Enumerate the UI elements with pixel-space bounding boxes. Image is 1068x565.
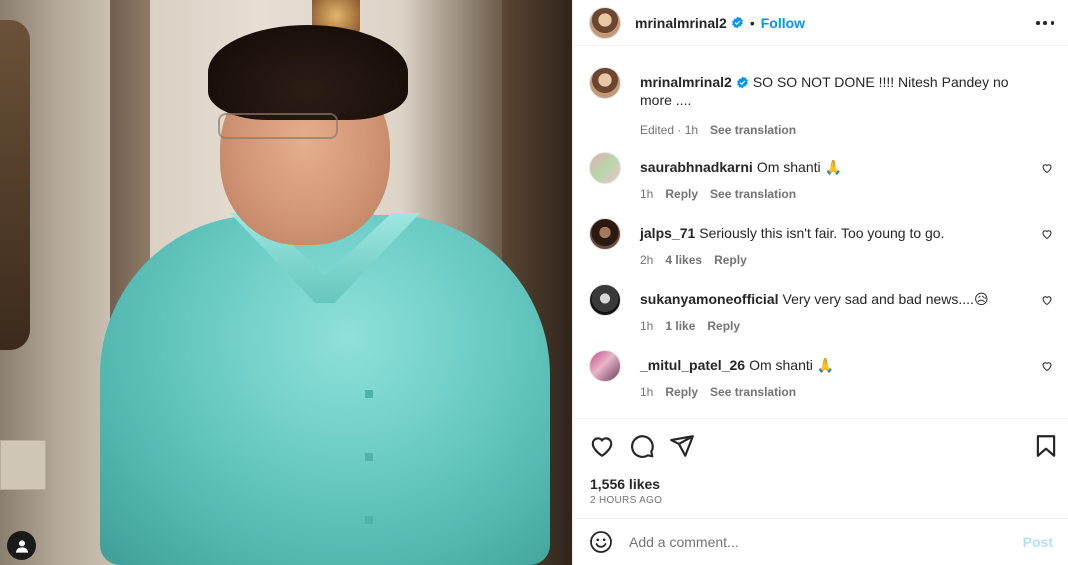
see-translation-button[interactable]: See translation (710, 185, 796, 203)
post-panel: mrinalmrinal2 • Follow mrinalmrinal2 SO S… (572, 0, 1068, 565)
post-image[interactable] (0, 0, 572, 565)
post-timestamp: 2 HOURS AGO (590, 495, 663, 506)
more-options-icon[interactable] (1036, 15, 1054, 31)
author-avatar-small[interactable] (589, 67, 621, 99)
commenter-username[interactable]: sukanyamoneofficial (640, 291, 779, 307)
comment-text: Om shanti 🙏 (756, 159, 842, 175)
comment-text: Om shanti 🙏 (749, 357, 835, 373)
reply-button[interactable]: Reply (665, 383, 698, 401)
comment-like-heart-icon[interactable] (1041, 360, 1053, 372)
header-separator: • (749, 14, 755, 31)
comment-time: 1h (640, 319, 654, 333)
comment-time: 1h (640, 385, 654, 399)
save-icon[interactable] (1033, 433, 1059, 459)
follow-button[interactable]: Follow (761, 15, 805, 31)
comment-like-heart-icon[interactable] (1041, 294, 1053, 306)
caption-edited-time: Edited · 1h (640, 123, 699, 137)
comment-text: Very very sad and bad news....😥 (782, 291, 989, 307)
subject-shirt (100, 215, 550, 565)
commenter-avatar[interactable] (589, 350, 621, 382)
subject-glasses (218, 113, 338, 139)
commenter-avatar[interactable] (589, 284, 621, 316)
caption-username[interactable]: mrinalmrinal2 (640, 74, 732, 90)
comment-like-count[interactable]: 4 likes (665, 251, 702, 269)
post-header: mrinalmrinal2 • Follow (573, 0, 1068, 46)
reply-button[interactable]: Reply (665, 185, 698, 203)
background-switchboard (0, 440, 46, 490)
like-count[interactable]: 1,556 likes (590, 476, 660, 492)
comment-like-count[interactable]: 1 like (665, 317, 695, 335)
tagged-user-icon[interactable] (7, 531, 36, 560)
reply-button[interactable]: Reply (707, 317, 740, 335)
author-avatar[interactable] (589, 6, 621, 39)
see-translation-button[interactable]: See translation (710, 383, 796, 401)
caption-see-translation[interactable]: See translation (710, 121, 796, 139)
author-username[interactable]: mrinalmrinal2 (635, 15, 727, 31)
add-comment-bar: Post (573, 518, 1068, 565)
share-icon[interactable] (669, 433, 695, 459)
post-comment-button[interactable]: Post (1023, 534, 1053, 550)
comment-like-heart-icon[interactable] (1041, 228, 1053, 240)
comment-time: 1h (640, 187, 654, 201)
commenter-username[interactable]: saurabhnadkarni (640, 159, 753, 175)
background-statue (0, 20, 30, 350)
commenter-username[interactable]: _mitul_patel_26 (640, 357, 745, 373)
comment-text: Seriously this isn't fair. Too young to … (699, 225, 945, 241)
heart-icon[interactable] (589, 433, 615, 459)
comment-input[interactable] (629, 534, 1023, 550)
commenter-username[interactable]: jalps_71 (640, 225, 695, 241)
reply-button[interactable]: Reply (714, 251, 747, 269)
emoji-icon[interactable] (589, 530, 613, 554)
comment-like-heart-icon[interactable] (1041, 162, 1053, 174)
post-actions: 1,556 likes 2 HOURS AGO (573, 418, 1068, 518)
comment-icon[interactable] (629, 433, 655, 459)
photo-subject (100, 25, 550, 565)
comments-list[interactable]: mrinalmrinal2 SO SO NOT DONE !!!! Nitesh … (573, 55, 1068, 417)
commenter-avatar[interactable] (589, 218, 621, 250)
commenter-avatar[interactable] (589, 152, 621, 184)
verified-badge-icon (736, 76, 748, 89)
verified-badge-icon (731, 16, 743, 29)
comment-time: 2h (640, 253, 654, 267)
